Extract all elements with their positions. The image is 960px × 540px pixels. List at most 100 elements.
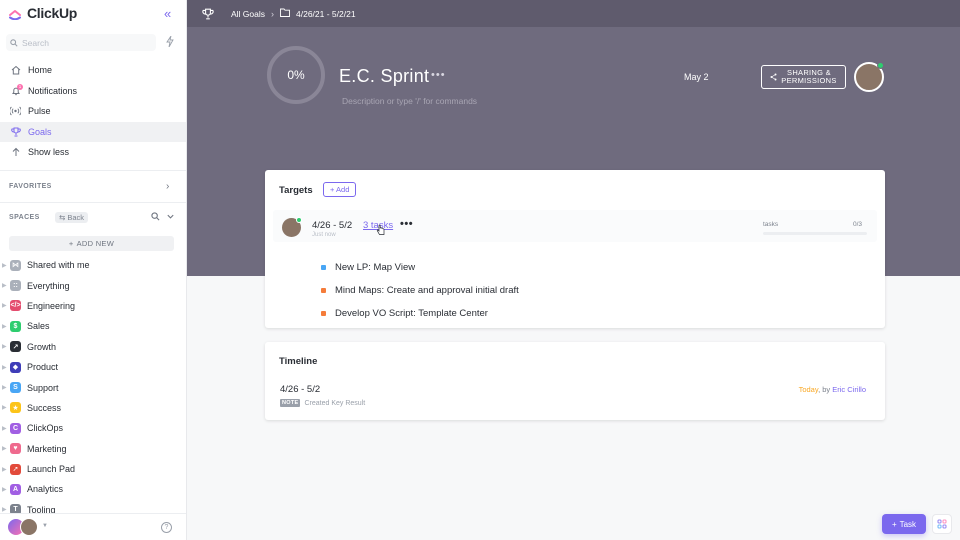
targets-title: Targets <box>279 185 313 196</box>
caret-right-icon[interactable]: ▶ <box>2 343 7 350</box>
target-row[interactable]: 4/26 - 5/2 3 tasks ••• Just now tasks 0/… <box>273 210 877 242</box>
caret-down-icon[interactable]: ▼ <box>42 523 48 529</box>
clickup-logo[interactable]: ClickUp <box>8 5 77 21</box>
plus-icon: + <box>891 519 897 529</box>
nav-home[interactable]: Home <box>0 60 186 81</box>
task-item[interactable]: New LP: Map View <box>321 256 519 279</box>
caret-right-icon[interactable]: ▶ <box>2 282 7 289</box>
nav-notifications[interactable]: 1 Notifications <box>0 81 186 102</box>
caret-right-icon[interactable]: ▶ <box>2 323 7 330</box>
sidebar-space-item[interactable]: ▶ ➚ Launch Pad <box>0 459 186 479</box>
more-options-icon[interactable]: ••• <box>431 69 446 81</box>
back-label: Back <box>67 213 85 222</box>
search-input[interactable]: Search <box>6 34 156 51</box>
caret-right-icon[interactable]: ▶ <box>2 445 7 452</box>
bolt-icon[interactable] <box>166 35 174 50</box>
space-label: Marketing <box>27 443 67 454</box>
space-icon: :: <box>10 280 21 292</box>
goal-title[interactable]: E.C. Sprint <box>339 66 429 87</box>
spaces-title: SPACES <box>9 214 40 221</box>
arrow-up-icon <box>10 147 21 158</box>
sidebar-space-item[interactable]: ▶ ◆ Product <box>0 357 186 377</box>
timeline-author[interactable]: Eric Cirillo <box>832 385 866 394</box>
sidebar-space-item[interactable]: ▶ ⋈ Shared with me <box>0 255 186 275</box>
timeline-date-range: 4/26 - 5/2 <box>280 384 321 395</box>
folder-icon <box>280 8 290 19</box>
caret-right-icon[interactable]: ▶ <box>2 466 7 473</box>
caret-right-icon[interactable]: ▶ <box>2 486 7 493</box>
divider <box>0 170 186 171</box>
main-content: All Goals › 4/26/21 - 5/2/21 0% E.C. Spr… <box>187 0 960 540</box>
sidebar-space-item[interactable]: ▶ ♥ Marketing <box>0 439 186 459</box>
favorites-title[interactable]: FAVORITES <box>9 183 52 190</box>
caret-right-icon[interactable]: ▶ <box>2 384 7 391</box>
sidebar-space-item[interactable]: ▶ C ClickOps <box>0 418 186 438</box>
space-label: Support <box>27 382 59 393</box>
online-status-dot <box>296 217 302 223</box>
task-status-icon <box>321 265 326 270</box>
hand-cursor-icon <box>376 224 385 235</box>
search-placeholder: Search <box>22 37 49 48</box>
sidebar-space-item[interactable]: ▶ ★ Success <box>0 398 186 418</box>
help-icon[interactable]: ? <box>161 522 172 533</box>
space-label: ClickOps <box>27 423 64 434</box>
sidebar-space-item[interactable]: ▶ $ Sales <box>0 316 186 336</box>
sidebar-space-item[interactable]: ▶ S Support <box>0 377 186 397</box>
sidebar-space-item[interactable]: ▶ ↗ Growth <box>0 337 186 357</box>
due-date[interactable]: May 2 <box>684 72 709 82</box>
add-new-space-button[interactable]: + ADD NEW <box>9 236 174 251</box>
chevron-right-icon[interactable]: › <box>166 181 169 192</box>
space-label: Success <box>27 402 62 413</box>
caret-right-icon[interactable]: ▶ <box>2 425 7 432</box>
user-menu[interactable] <box>7 518 38 536</box>
sidebar-space-item[interactable]: ▶ A Analytics <box>0 479 186 499</box>
grid-icon <box>937 519 947 529</box>
caret-right-icon[interactable]: ▶ <box>2 302 7 309</box>
nav-goals-label: Goals <box>28 126 52 137</box>
space-label: Analytics <box>27 484 64 495</box>
timeline-card: Timeline 4/26 - 5/2 NOTE Created Key Res… <box>265 342 885 420</box>
nav-show-less[interactable]: Show less <box>0 142 186 163</box>
space-icon: S <box>10 382 21 394</box>
note-badge: NOTE <box>280 399 301 407</box>
breadcrumb-separator-icon: › <box>271 8 275 19</box>
nav-pulse-label: Pulse <box>28 106 51 117</box>
target-progress-bar <box>763 232 867 235</box>
task-item[interactable]: Develop VO Script: Template Center <box>321 302 519 325</box>
space-icon: C <box>10 422 21 434</box>
timeline-by: , by <box>818 385 833 394</box>
task-item[interactable]: Mind Maps: Create and approval initial d… <box>321 279 519 302</box>
space-icon: $ <box>10 320 21 332</box>
space-icon: ↗ <box>10 341 21 353</box>
new-task-button[interactable]: + Task <box>882 514 926 534</box>
add-target-button[interactable]: + Add <box>323 182 357 197</box>
goal-description-input[interactable]: Description or type '/' for commands <box>342 96 477 106</box>
task-label: Mind Maps: Create and approval initial d… <box>335 285 519 296</box>
chevron-down-icon[interactable] <box>166 212 175 223</box>
caret-right-icon[interactable]: ▶ <box>2 404 7 411</box>
targets-card: Targets + Add 4/26 - 5/2 3 tasks ••• Jus… <box>265 170 885 328</box>
task-label: Develop VO Script: Template Center <box>335 308 488 319</box>
caret-right-icon[interactable]: ▶ <box>2 262 7 269</box>
breadcrumb-all-goals[interactable]: All Goals <box>231 9 265 19</box>
sidebar-space-item[interactable]: ▶:: Everything <box>0 275 186 295</box>
breadcrumb-folder[interactable]: 4/26/21 - 5/2/21 <box>296 9 356 19</box>
sidebar-space-item[interactable]: ▶ </> Engineering <box>0 296 186 316</box>
collapse-sidebar-icon[interactable]: « <box>164 7 171 20</box>
timeline-meta: Today, by Eric Cirillo <box>799 385 866 394</box>
search-spaces-icon[interactable] <box>151 212 160 223</box>
nav-pulse[interactable]: Pulse <box>0 101 186 122</box>
share-label-line2: PERMISSIONS <box>781 76 837 85</box>
back-button[interactable]: ⇆ Back <box>55 212 89 223</box>
target-more-icon[interactable]: ••• <box>400 218 413 230</box>
target-progress-label: tasks <box>763 221 779 228</box>
new-task-label: Task <box>899 519 917 529</box>
sharing-permissions-button[interactable]: SHARING & PERMISSIONS <box>761 65 846 89</box>
notification-badge: 1 <box>17 83 23 90</box>
spaces-actions <box>151 212 175 223</box>
space-label: Everything <box>27 280 70 291</box>
nav-goals[interactable]: Goals <box>0 121 186 142</box>
progress-percent: 0% <box>287 68 305 82</box>
caret-right-icon[interactable]: ▶ <box>2 364 7 371</box>
apps-grid-button[interactable] <box>932 514 952 534</box>
